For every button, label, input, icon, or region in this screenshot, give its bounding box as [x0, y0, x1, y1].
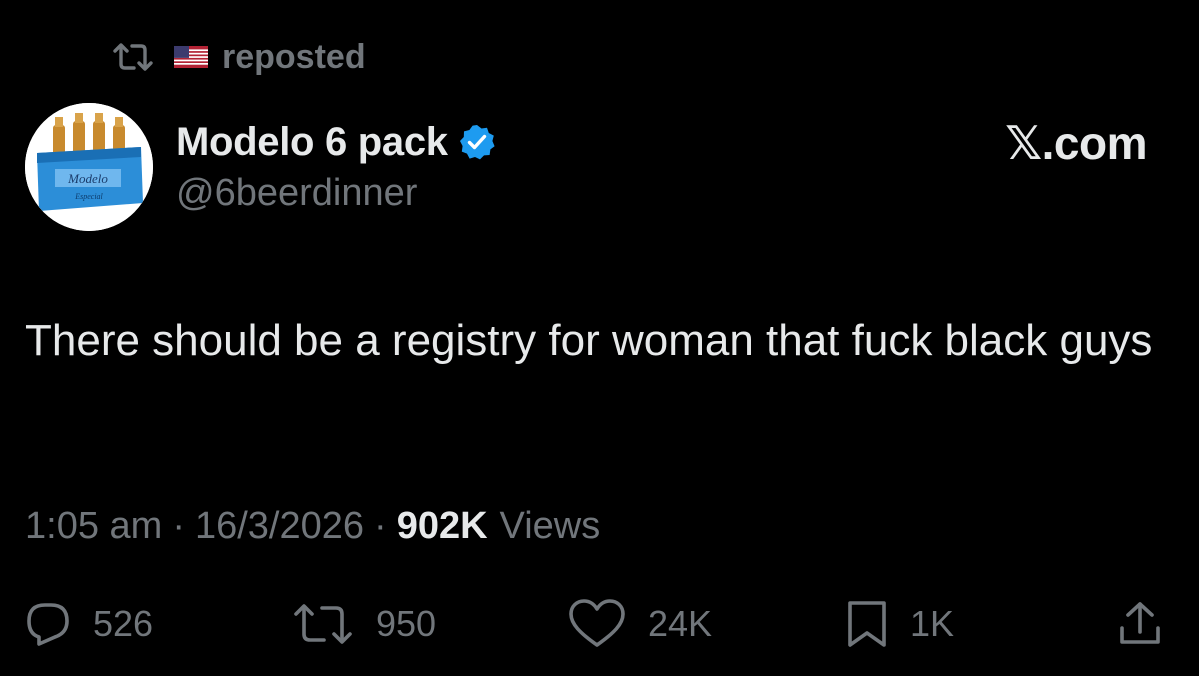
share-icon [1120, 602, 1160, 644]
views-count: 902K [396, 505, 488, 547]
author-name-row[interactable]: Modelo 6 pack [176, 118, 496, 166]
reply-icon [27, 603, 69, 646]
reply-count: 526 [93, 603, 154, 644]
heart-icon [569, 599, 625, 647]
repost-icon [294, 604, 352, 644]
views-label: Views [499, 505, 601, 547]
like-button[interactable]: 24K [568, 592, 712, 656]
bookmark-count: 1K [910, 603, 955, 644]
tweet-time[interactable]: 1:05 am [25, 505, 162, 548]
author-handle[interactable]: @6beerdinner [176, 172, 417, 215]
brand-watermark: 𝕏.com [1005, 117, 1147, 169]
repost-count: 950 [376, 603, 437, 644]
repost-label: reposted [222, 37, 366, 76]
reply-button[interactable]: 526 [25, 592, 153, 656]
meta-separator: · [172, 505, 185, 547]
tweet-meta: 1:05 am · 16/3/2026 · 902K Views [25, 505, 600, 548]
repost-header: reposted [112, 36, 366, 78]
share-button[interactable] [1116, 592, 1164, 656]
repost-button[interactable]: 950 [292, 592, 436, 656]
meta-separator: · [374, 505, 387, 547]
like-count: 24K [648, 603, 713, 644]
avatar-sub-text: Especial [74, 192, 103, 201]
tweet-date[interactable]: 16/3/2026 [195, 505, 364, 548]
tweet-text: There should be a registry for woman tha… [25, 316, 1153, 365]
bookmark-button[interactable]: 1K [846, 592, 954, 656]
author-display-name[interactable]: Modelo 6 pack [176, 120, 448, 165]
avatar-brand-text: Modelo [67, 171, 108, 186]
avatar[interactable]: Modelo Especial [25, 103, 153, 231]
repost-icon [112, 42, 154, 72]
bookmark-icon [848, 601, 886, 647]
verified-badge-icon [459, 125, 495, 160]
action-bar: 526 950 24K 1K [0, 592, 1199, 656]
us-flag-icon [174, 46, 208, 68]
